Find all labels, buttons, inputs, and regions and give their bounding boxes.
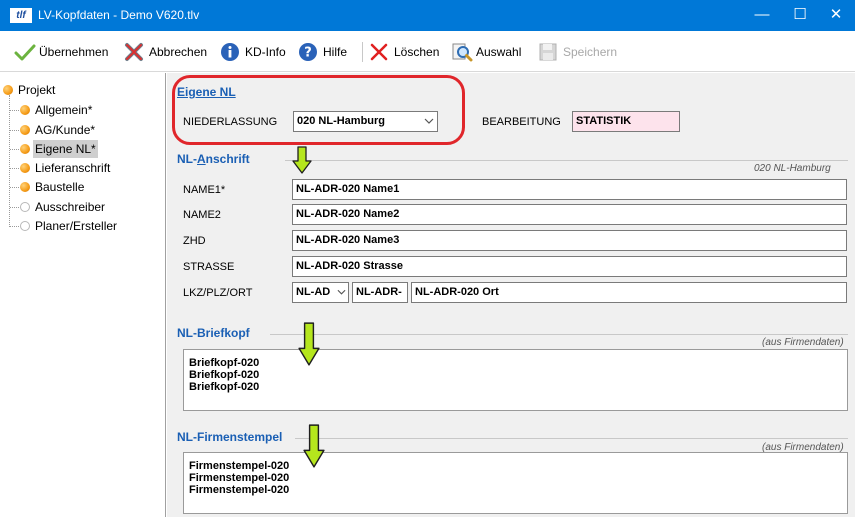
delete-x-icon — [369, 42, 389, 62]
name1-input[interactable]: NL-ADR-020 Name1 — [292, 179, 847, 200]
tree-connector — [10, 149, 19, 150]
status-dot-icon — [20, 105, 30, 115]
status-dot-icon — [20, 144, 30, 154]
toolbar-separator — [362, 42, 363, 62]
tree-item-ag-kunde[interactable]: AG/Kunde* — [20, 121, 160, 139]
checkmark-icon — [14, 42, 36, 62]
lkz-dropdown[interactable]: NL-AD — [292, 282, 349, 303]
firmenstempel-textarea[interactable]: Firmenstempel-020 Firmenstempel-020 Firm… — [183, 452, 848, 514]
down-arrow-icon — [303, 424, 325, 468]
bearbeitung-label: BEARBEITUNG — [482, 116, 561, 128]
tree-item-label: Allgemein* — [35, 103, 93, 117]
app-icon: tlf — [10, 8, 32, 23]
status-dot-icon — [20, 221, 30, 231]
down-arrow-icon — [298, 322, 320, 366]
tree-item-label: Lieferanschrift — [35, 161, 111, 175]
tree-connector — [10, 187, 19, 188]
speichern-button[interactable]: Speichern — [538, 41, 617, 63]
briefkopf-textarea[interactable]: Briefkopf-020 Briefkopf-020 Briefkopf-02… — [183, 349, 848, 411]
status-dot-icon — [3, 85, 13, 95]
hilfe-button[interactable]: ? Hilfe — [298, 41, 347, 63]
status-dot-icon — [20, 182, 30, 192]
tree-item-label: Ausschreiber — [35, 200, 106, 214]
briefkopf-title: NL-Briefkopf — [177, 326, 250, 340]
zhd-input[interactable]: NL-ADR-020 Name3 — [292, 230, 847, 251]
status-dot-icon — [20, 125, 30, 135]
bearbeitung-field[interactable]: STATISTIK — [572, 111, 680, 132]
ort-input[interactable]: NL-ADR-020 Ort — [411, 282, 847, 303]
briefkopf-note: (aus Firmendaten) — [762, 337, 844, 348]
navigation-tree: Projekt Allgemein* AG/Kunde* Eigene NL* … — [0, 73, 166, 517]
firmenstempel-line: Firmenstempel-020 — [189, 484, 290, 496]
auswahl-label: Auswahl — [476, 45, 522, 59]
tree-item-baustelle[interactable]: Baustelle — [20, 178, 160, 196]
name2-label: NAME2 — [183, 209, 221, 221]
section-divider — [285, 160, 848, 161]
chevron-down-icon[interactable] — [335, 283, 348, 302]
tree-item-label: AG/Kunde* — [35, 123, 96, 137]
anschrift-title: NL-Anschrift — [177, 152, 250, 166]
strasse-input[interactable]: NL-ADR-020 Strasse — [292, 256, 847, 277]
hilfe-label: Hilfe — [323, 45, 348, 59]
help-icon: ? — [298, 42, 318, 62]
kd-info-label: KD-Info — [245, 45, 286, 59]
abbrechen-button[interactable]: Abbrechen — [124, 41, 207, 63]
tree-item-label: Baustelle — [35, 180, 85, 194]
section-divider — [270, 334, 848, 335]
briefkopf-line: Briefkopf-020 — [189, 381, 260, 393]
firmenstempel-title: NL-Firmenstempel — [177, 430, 283, 444]
loeschen-button[interactable]: Löschen — [369, 41, 439, 63]
strasse-label: STRASSE — [183, 261, 235, 273]
tree-item-eigene-nl[interactable]: Eigene NL* — [20, 140, 160, 158]
tree-item-label: Eigene NL* — [33, 140, 98, 158]
lkz-plz-ort-label: LKZ/PLZ/ORT — [183, 287, 253, 299]
tree-item-ausschreiber[interactable]: Ausschreiber — [20, 198, 160, 216]
svg-text:?: ? — [304, 46, 312, 61]
name2-input[interactable]: NL-ADR-020 Name2 — [292, 204, 847, 225]
section-divider — [295, 438, 848, 439]
tree-item-lieferanschrift[interactable]: Lieferanschrift — [20, 159, 160, 177]
tree-connector — [10, 226, 19, 227]
firmenstempel-line: Firmenstempel-020 — [189, 472, 290, 484]
tree-item-label: Planer/Ersteller — [35, 219, 118, 233]
speichern-label: Speichern — [563, 45, 618, 59]
kd-info-button[interactable]: KD-Info — [220, 41, 286, 63]
tree-root-projekt[interactable]: Projekt — [0, 81, 160, 99]
uebernehmen-label: Übernehmen — [39, 45, 109, 59]
status-dot-icon — [20, 202, 30, 212]
highlight-ellipse — [172, 75, 465, 145]
info-icon — [220, 42, 240, 62]
magnifier-icon — [451, 42, 473, 62]
cancel-x-icon — [124, 42, 144, 62]
lkz-value: NL-AD — [296, 286, 331, 298]
down-arrow-icon — [292, 146, 312, 174]
title-bar: tlf LV-Kopfdaten - Demo V620.tlv — ☐ ✕ — [0, 0, 855, 31]
save-disk-icon — [538, 42, 558, 62]
tree-connector — [10, 168, 19, 169]
briefkopf-line: Briefkopf-020 — [189, 357, 260, 369]
uebernehmen-button[interactable]: Übernehmen — [14, 41, 108, 63]
close-button[interactable]: ✕ — [813, 0, 855, 31]
status-dot-icon — [20, 163, 30, 173]
window-title: LV-Kopfdaten - Demo V620.tlv — [38, 8, 200, 22]
toolbar: Übernehmen Abbrechen KD-Info ? Hilfe Lös… — [0, 31, 855, 72]
zhd-label: ZHD — [183, 235, 206, 247]
tree-connector — [10, 207, 19, 208]
firmenstempel-line: Firmenstempel-020 — [189, 460, 290, 472]
name1-label: NAME1* — [183, 184, 226, 196]
tree-item-planer-ersteller[interactable]: Planer/Ersteller — [20, 217, 160, 235]
tree-connector — [10, 110, 19, 111]
auswahl-button[interactable]: Auswahl — [451, 41, 521, 63]
tree-item-allgemein[interactable]: Allgemein* — [20, 101, 160, 119]
tree-root-label: Projekt — [18, 83, 56, 97]
loeschen-label: Löschen — [394, 45, 440, 59]
tree-connector — [10, 130, 19, 131]
anschrift-note: 020 NL-Hamburg — [754, 163, 831, 174]
abbrechen-label: Abbrechen — [149, 45, 208, 59]
plz-input[interactable]: NL-ADR- — [352, 282, 408, 303]
briefkopf-line: Briefkopf-020 — [189, 369, 260, 381]
